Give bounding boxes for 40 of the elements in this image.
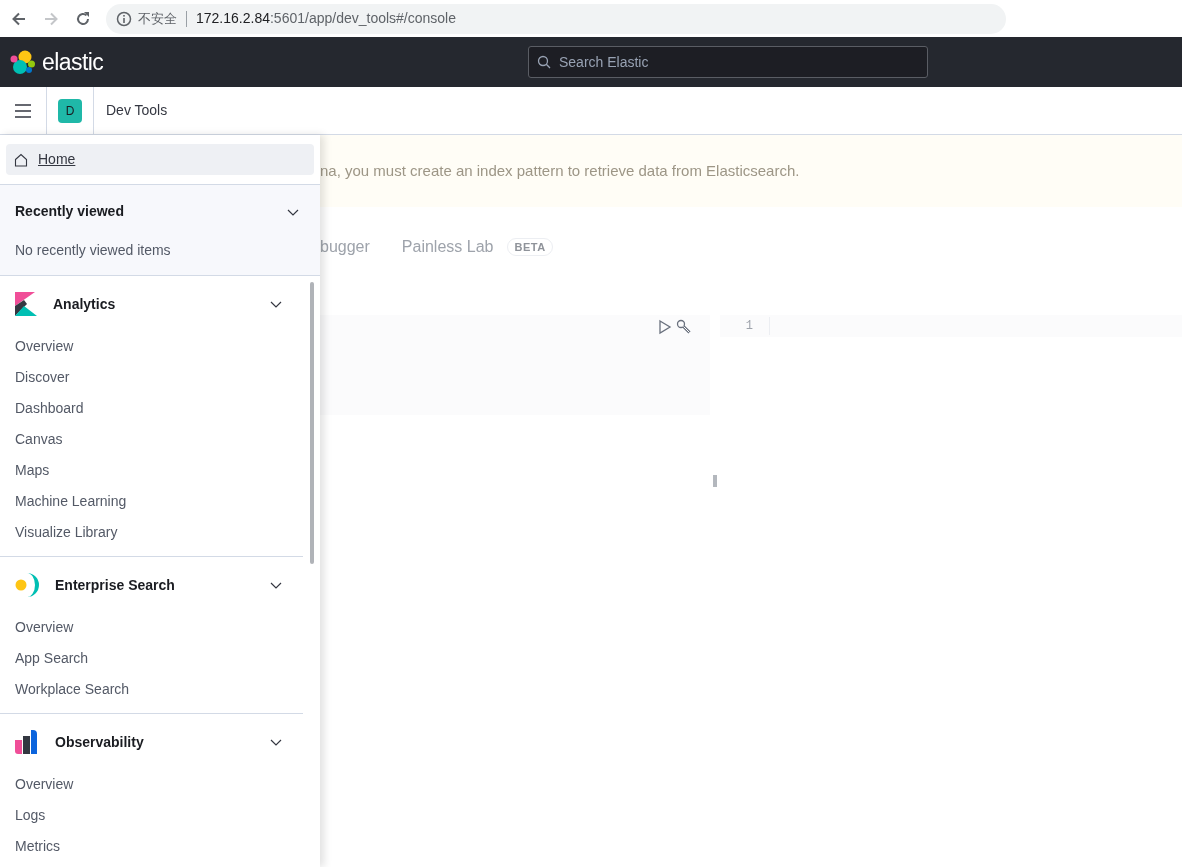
section-title[interactable]: Recently viewed	[15, 201, 124, 222]
nav-link[interactable]: App Search	[0, 643, 303, 674]
nav-link[interactable]: Maps	[0, 455, 303, 486]
scrollbar-thumb[interactable]	[310, 282, 314, 564]
home-icon	[14, 152, 28, 167]
security-label: 不安全	[138, 9, 177, 28]
empty-state-text: No recently viewed items	[15, 241, 172, 260]
address-bar[interactable]: 不安全 172.16.2.84:5601/app/dev_tools#/console	[106, 3, 1006, 34]
info-icon[interactable]	[116, 10, 132, 27]
section-title[interactable]: Observability	[55, 731, 253, 753]
search-field[interactable]: Search Elastic	[528, 46, 928, 78]
cluster-logo-icon[interactable]	[10, 49, 36, 75]
nav-link[interactable]: Logs	[0, 800, 303, 831]
line-number: 1	[720, 317, 770, 335]
analytics-logo-icon	[15, 292, 37, 316]
menu-icon	[15, 103, 31, 118]
nav-link[interactable]: Dashboard	[0, 393, 303, 424]
nav-link[interactable]: Workplace Search	[0, 674, 303, 705]
nav-link[interactable]: Overview	[0, 769, 303, 800]
section-title[interactable]: Analytics	[53, 293, 253, 315]
breadcrumb: Dev Tools	[106, 101, 168, 120]
space-avatar[interactable]: D	[58, 98, 82, 123]
nav-link[interactable]: Overview	[0, 612, 303, 643]
home-link[interactable]: Home	[6, 144, 314, 175]
url-text: 172.16.2.84:5601/app/dev_tools#/console	[196, 9, 456, 28]
warning-banner-text: na, you must create an index pattern to retrieve data from Elasticsearch.	[320, 160, 800, 181]
resize-handle-icon[interactable]	[713, 475, 717, 487]
nav-link[interactable]: Metrics	[0, 831, 303, 862]
nav-link[interactable]: Discover	[0, 362, 303, 393]
section-title[interactable]: Enterprise Search	[55, 574, 253, 596]
search-icon	[537, 55, 551, 69]
nav-link[interactable]: Overview	[0, 331, 303, 362]
reload-icon[interactable]	[74, 9, 92, 28]
brand-name: elastic	[42, 47, 104, 77]
nav-link[interactable]: Visualize Library	[0, 517, 303, 548]
nav-link[interactable]: Canvas	[0, 424, 303, 455]
enterprise-search-logo-icon	[15, 573, 39, 597]
nav-link[interactable]: Machine Learning	[0, 486, 303, 517]
play-icon[interactable]	[658, 319, 672, 335]
observability-logo-icon	[15, 730, 39, 754]
